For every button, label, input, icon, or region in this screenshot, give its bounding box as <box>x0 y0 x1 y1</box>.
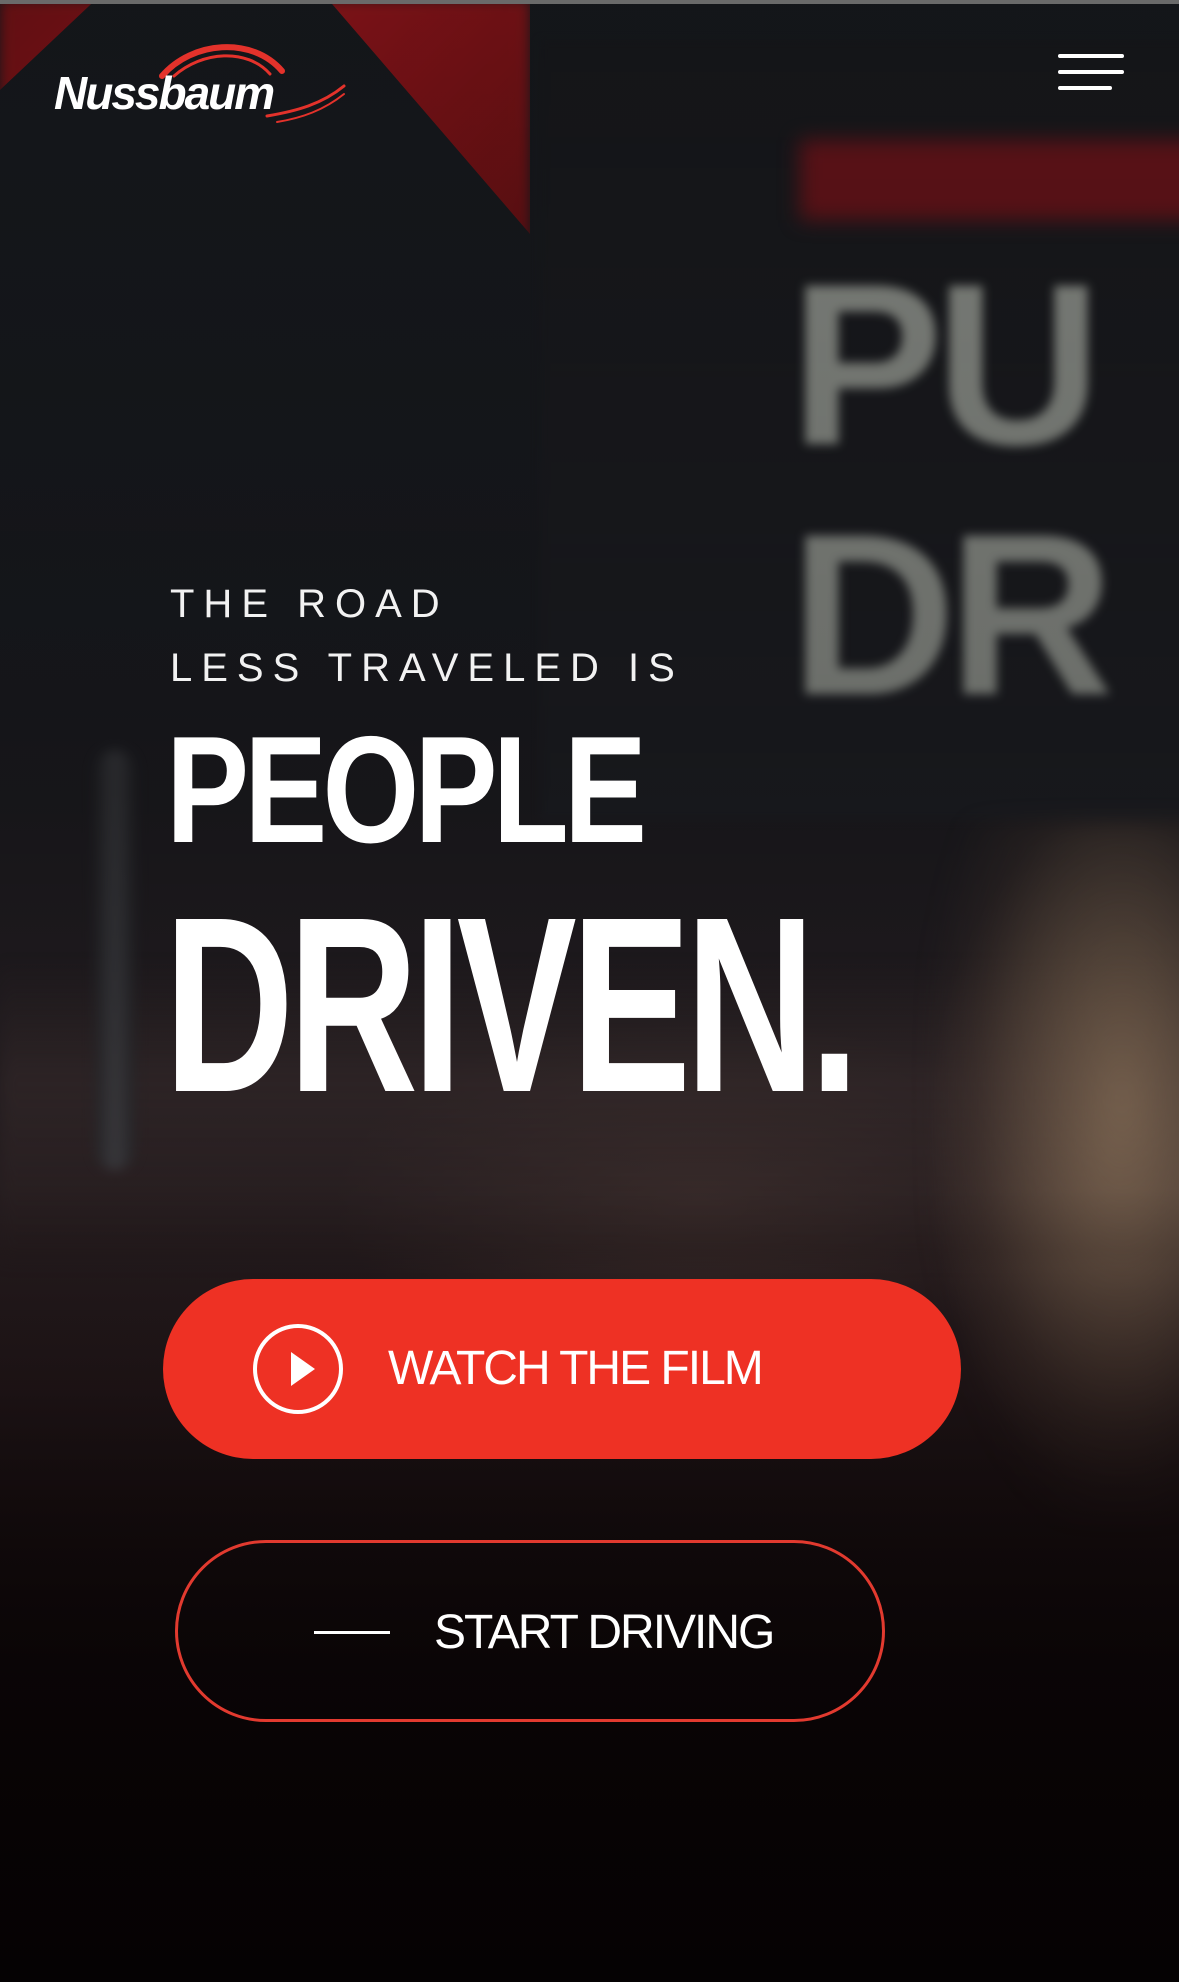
watch-film-label: WATCH THE FILM <box>388 1342 764 1395</box>
kicker-line-2: LESS TRAVELED IS <box>170 646 684 690</box>
background-red-strip <box>800 140 1179 220</box>
play-circle-icon <box>253 1324 343 1414</box>
nussbaum-logo[interactable]: Nussbaum <box>52 36 352 126</box>
headline-people: PEOPLE <box>166 705 647 875</box>
start-driving-button[interactable]: START DRIVING <box>175 1540 885 1722</box>
background-video-panel <box>540 40 1179 820</box>
watch-film-button[interactable]: WATCH THE FILM <box>163 1279 961 1459</box>
kicker-line-1: THE ROAD <box>170 582 449 626</box>
top-divider <box>0 0 1179 4</box>
hero-kicker: THE ROAD LESS TRAVELED IS <box>170 572 684 700</box>
hamburger-menu-icon[interactable] <box>1052 50 1124 100</box>
background-post <box>95 750 135 1170</box>
background-sign-text: PU DR <box>790 236 1114 743</box>
hero-section: PU DR Nussbaum THE ROAD LESS TRAVELED IS … <box>0 0 1179 1982</box>
dash-line-icon <box>314 1631 390 1634</box>
start-driving-label: START DRIVING <box>434 1606 775 1659</box>
background-person <box>930 820 1179 1520</box>
headline-driven: DRIVEN. <box>164 865 860 1144</box>
logo-text: Nussbaum <box>54 67 275 119</box>
